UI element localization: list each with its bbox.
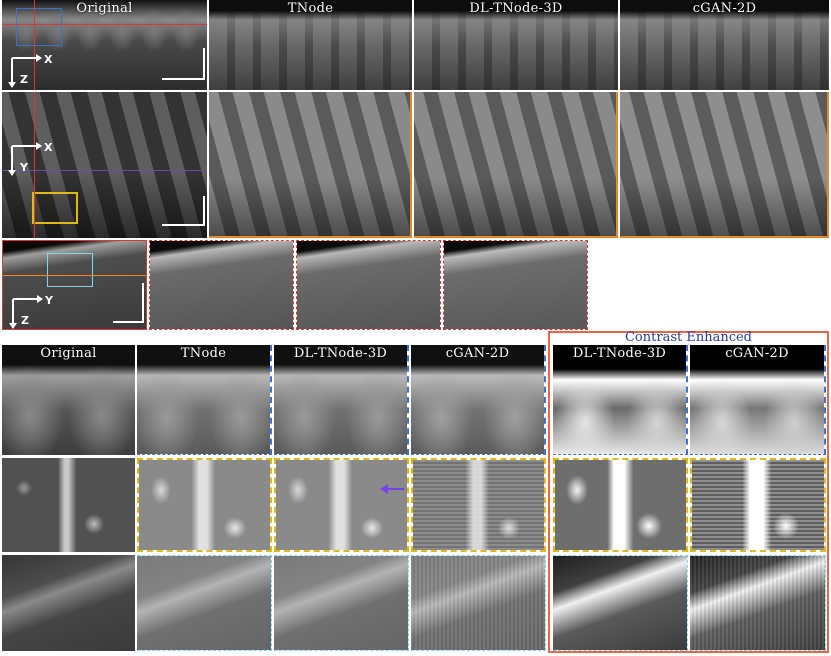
xz-dl-panel: DL-TNode-3D — [414, 0, 618, 90]
zoom-blue-cgan: cGAN-2D — [411, 345, 546, 455]
zoom-blue-dl: DL-TNode-3D — [274, 345, 409, 455]
axis-x-label: X — [44, 141, 52, 154]
xz-tnode-panel: TNode — [209, 0, 412, 90]
xy-tnode-panel — [209, 92, 412, 238]
axis-arrow-icon: X Z — [8, 53, 52, 88]
orange-crosshair-line — [3, 275, 146, 276]
zoom-cyan-dl — [274, 555, 409, 651]
contrast-enhanced-title: Contrast Enhanced — [624, 330, 753, 345]
xy-original-panel: X Y — [2, 92, 207, 238]
yz-tnode-panel — [149, 240, 294, 330]
axis-arrow-icon: Y Z — [9, 294, 53, 329]
contrast-enhanced-frame — [548, 331, 829, 653]
yz-dl-panel — [296, 240, 441, 330]
yz-original-panel: Y Z — [2, 240, 147, 330]
xy-dl-panel — [414, 92, 618, 238]
yellow-roi-box — [32, 192, 78, 224]
zoom-blue-tnode: TNode — [137, 345, 272, 455]
scale-bar-vertical — [203, 196, 205, 226]
blue-roi-box — [16, 8, 62, 46]
zoom-blue-original: Original — [2, 345, 135, 455]
column-label-cgan: cGAN-2D — [692, 1, 757, 16]
zoom-cyan-cgan — [411, 555, 546, 651]
axis-x-label: X — [44, 53, 52, 66]
purple-arrow-icon — [380, 484, 404, 494]
axis-z-label: Z — [21, 314, 29, 327]
xz-original-panel: Original X Z — [2, 0, 207, 90]
yz-cgan-panel — [443, 240, 588, 330]
zoom-label-original: Original — [40, 346, 97, 361]
red-crosshair-line — [2, 24, 207, 25]
axis-y-label: Y — [19, 161, 29, 174]
cyan-roi-box — [47, 253, 93, 287]
zoom-label-cgan: cGAN-2D — [445, 346, 510, 361]
zoom-label-dl: DL-TNode-3D — [293, 346, 388, 361]
column-label-tnode: TNode — [287, 1, 334, 16]
xz-cgan-panel: cGAN-2D — [620, 0, 829, 90]
zoom-yellow-original — [2, 458, 135, 552]
zoom-yellow-cgan — [411, 458, 546, 552]
axis-y-label: Y — [44, 294, 53, 307]
scale-bar-vertical — [203, 48, 205, 80]
scale-bar — [162, 78, 204, 80]
zoom-cyan-original — [2, 555, 135, 651]
xy-cgan-panel — [620, 92, 829, 238]
zoom-yellow-tnode — [137, 458, 272, 552]
axis-z-label: Z — [20, 73, 28, 86]
zoom-label-tnode: TNode — [180, 346, 227, 361]
axis-arrow-icon: X Y — [8, 141, 52, 176]
zoom-yellow-dl — [274, 458, 409, 552]
scale-bar-vertical — [142, 283, 144, 323]
column-label-dl: DL-TNode-3D — [469, 1, 563, 16]
scale-bar — [113, 321, 143, 323]
scale-bar — [162, 224, 204, 226]
zoom-cyan-tnode — [137, 555, 272, 651]
